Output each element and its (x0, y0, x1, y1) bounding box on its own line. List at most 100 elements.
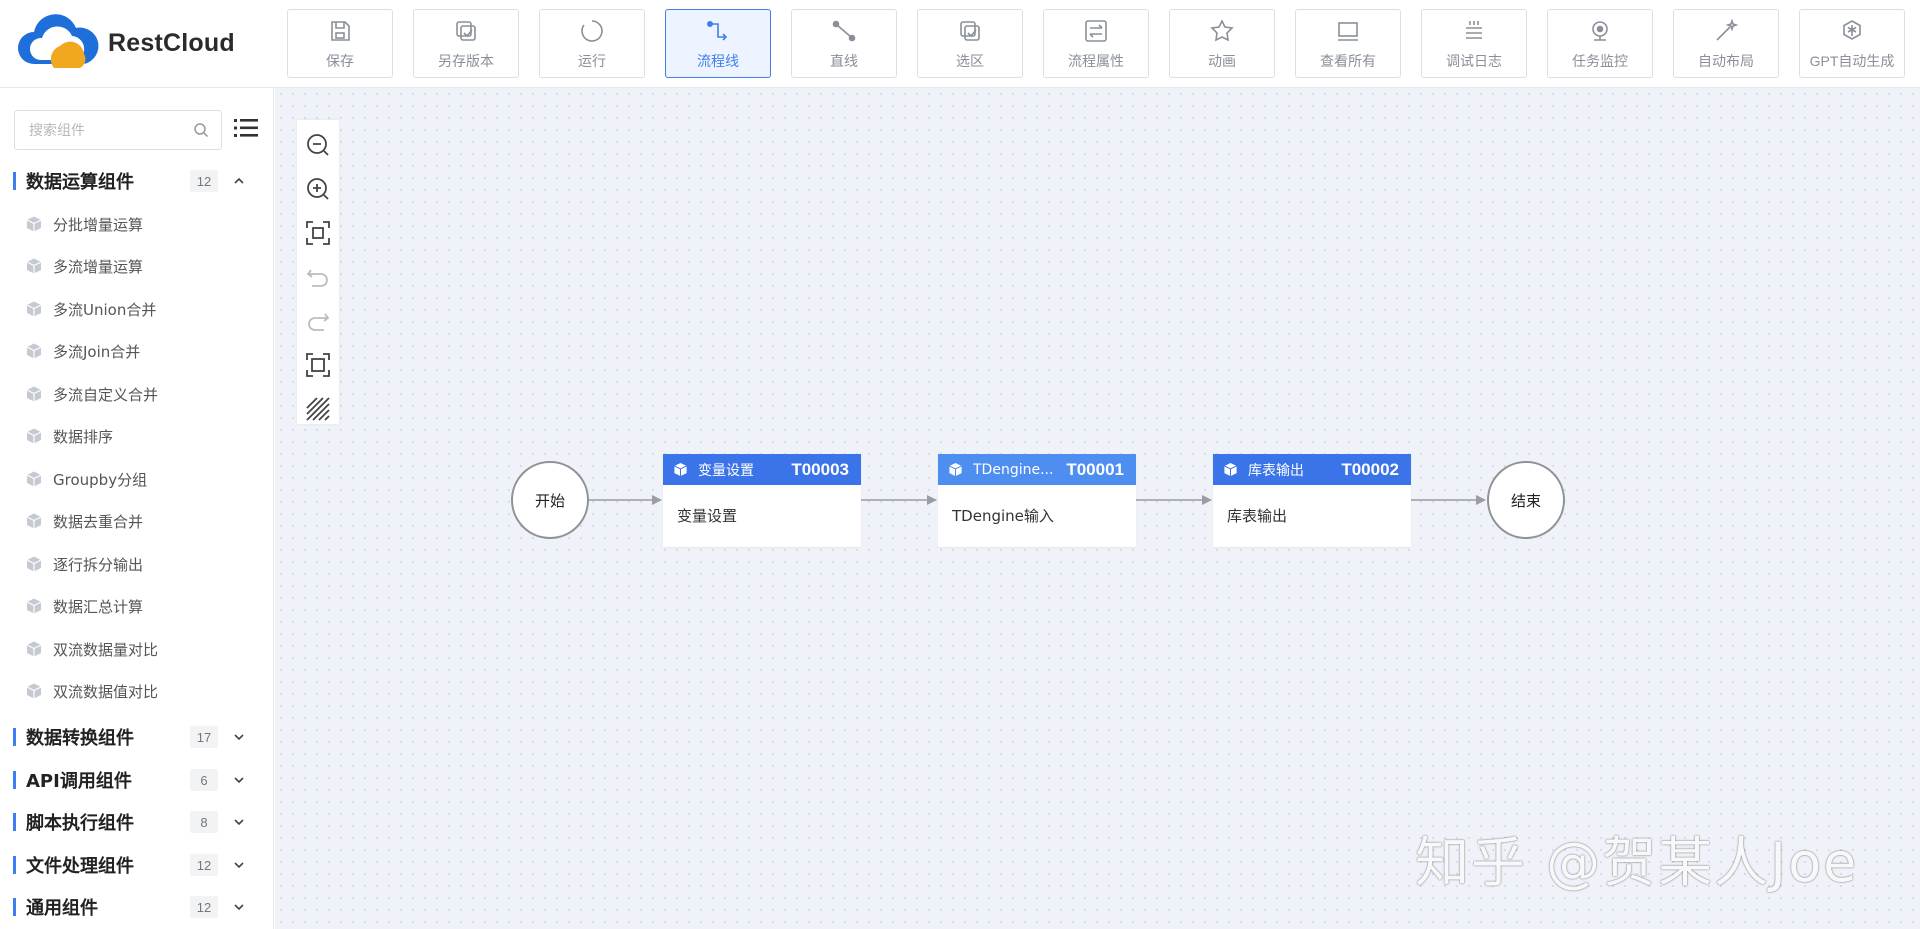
zoom-in-button[interactable] (305, 176, 331, 202)
component-label: 多流Join合并 (53, 342, 141, 361)
list-view-icon[interactable] (234, 116, 258, 140)
category-name: 脚本执行组件 (26, 813, 134, 834)
component-label: 双流数据量对比 (53, 640, 159, 659)
straight-line-button[interactable]: 直线 (791, 9, 897, 78)
category-marker (13, 813, 16, 831)
category-name: 文件处理组件 (26, 856, 134, 877)
category-script-execution[interactable]: 脚本执行组件 8 (0, 801, 273, 843)
component-item[interactable]: 多流Join合并 (0, 330, 273, 372)
component-item[interactable]: 多流自定义合并 (0, 373, 273, 415)
task-title: 变量设置 (698, 462, 754, 479)
task-header: 变量设置 T00003 (663, 454, 861, 485)
component-item[interactable]: 数据去重合并 (0, 500, 273, 542)
save-label: 保存 (326, 52, 354, 69)
gpt-generate-button[interactable]: GPT自动生成 (1799, 9, 1905, 78)
search-icon[interactable] (193, 122, 209, 138)
run-button[interactable]: 运行 (539, 9, 645, 78)
task-node-t00001[interactable]: TDengine... T00001 TDengine输入 (938, 454, 1136, 547)
save-as-version-button[interactable]: 另存版本 (413, 9, 519, 78)
component-label: 数据汇总计算 (53, 597, 144, 616)
category-data-operations[interactable]: 数据运算组件 12 (0, 160, 273, 202)
component-item[interactable]: 逐行拆分输出 (0, 543, 273, 585)
cube-icon (26, 641, 42, 657)
straight-line-label: 直线 (830, 52, 858, 69)
save-button[interactable]: 保存 (287, 9, 393, 78)
zoom-out-icon (307, 134, 329, 156)
actual-size-icon (306, 353, 330, 377)
fit-view-button[interactable] (305, 220, 331, 246)
end-node[interactable]: 结束 (1487, 461, 1565, 539)
component-item[interactable]: 多流增量运算 (0, 245, 273, 287)
category-api-call[interactable]: API调用组件 6 (0, 759, 273, 801)
save-as-version-label: 另存版本 (438, 52, 494, 69)
cube-icon (674, 462, 687, 477)
gpt-generate-label: GPT自动生成 (1809, 52, 1895, 69)
properties-icon (1082, 17, 1110, 45)
fit-view-icon (306, 221, 330, 245)
task-id: T00001 (1066, 459, 1124, 479)
animation-button[interactable]: 动画 (1169, 9, 1275, 78)
grid-toggle-button[interactable] (305, 396, 331, 422)
debug-log-label: 调试日志 (1446, 52, 1502, 69)
component-label: 多流增量运算 (53, 257, 144, 276)
task-monitor-label: 任务监控 (1572, 52, 1628, 69)
category-file-processing[interactable]: 文件处理组件 12 (0, 844, 273, 886)
component-item[interactable]: 双流数据值对比 (0, 670, 273, 712)
category-marker (13, 898, 16, 916)
actual-size-button[interactable] (305, 352, 331, 378)
animation-label: 动画 (1208, 52, 1236, 69)
component-label: 数据排序 (53, 427, 114, 446)
task-header: TDengine... T00001 (938, 454, 1136, 485)
end-label: 结束 (1510, 491, 1541, 510)
undo-icon (306, 269, 328, 287)
task-monitor-button[interactable]: 任务监控 (1547, 9, 1653, 78)
task-node-t00003[interactable]: 变量设置 T00003 变量设置 (663, 454, 861, 547)
cube-icon (26, 216, 42, 232)
category-marker (13, 172, 16, 190)
line-icon (830, 17, 858, 45)
task-body: 库表输出 (1227, 507, 1288, 525)
cube-icon (26, 556, 42, 572)
restcloud-logo[interactable]: RestCloud (14, 14, 235, 72)
chevron-down-icon (234, 777, 244, 784)
cloud-logo-icon (18, 14, 99, 68)
selection-button[interactable]: 选区 (917, 9, 1023, 78)
task-title: TDengine... (973, 461, 1054, 478)
flow-canvas[interactable]: 开始 变量设置 T00003 变量设置 TDengine... T00001 T… (275, 88, 1920, 929)
cube-icon (26, 428, 42, 444)
component-item[interactable]: 多流Union合并 (0, 288, 273, 330)
category-marker (13, 771, 16, 789)
redo-button[interactable] (305, 308, 331, 334)
component-item[interactable]: 双流数据量对比 (0, 628, 273, 670)
component-item[interactable]: 数据汇总计算 (0, 585, 273, 627)
cube-icon (949, 462, 962, 477)
auto-layout-icon (1712, 17, 1740, 45)
run-label: 运行 (578, 52, 606, 69)
cube-icon (26, 343, 42, 359)
component-label: 双流数据值对比 (53, 682, 159, 701)
component-search-input[interactable] (15, 111, 185, 149)
debug-log-button[interactable]: 调试日志 (1421, 9, 1527, 78)
component-item[interactable]: Groupby分组 (0, 458, 273, 500)
flow-properties-button[interactable]: 流程属性 (1043, 9, 1149, 78)
component-item[interactable]: 分批增量运算 (0, 203, 273, 245)
save-icon (326, 17, 354, 45)
toolbar: 保存 另存版本 运行 流程线 直线 选区 流程属性 动画 查看所有 调试日志 任… (287, 9, 1905, 78)
auto-layout-button[interactable]: 自动布局 (1673, 9, 1779, 78)
component-item[interactable]: 数据排序 (0, 415, 273, 457)
view-all-button[interactable]: 查看所有 (1295, 9, 1401, 78)
category-general[interactable]: 通用组件 12 (0, 886, 273, 928)
task-node-t00002[interactable]: 库表输出 T00002 库表输出 (1213, 454, 1411, 547)
debug-log-icon (1460, 17, 1488, 45)
zoom-out-button[interactable] (305, 132, 331, 158)
component-label: Groupby分组 (53, 470, 148, 489)
view-all-label: 查看所有 (1320, 52, 1376, 69)
category-name: 通用组件 (26, 898, 98, 919)
category-name: 数据运算组件 (26, 172, 134, 193)
start-node[interactable]: 开始 (511, 461, 589, 539)
category-data-conversion[interactable]: 数据转换组件 17 (0, 716, 273, 758)
polyline-button[interactable]: 流程线 (665, 9, 771, 78)
undo-button[interactable] (305, 264, 331, 290)
category-count: 17 (190, 726, 218, 748)
flow-properties-label: 流程属性 (1068, 52, 1124, 69)
